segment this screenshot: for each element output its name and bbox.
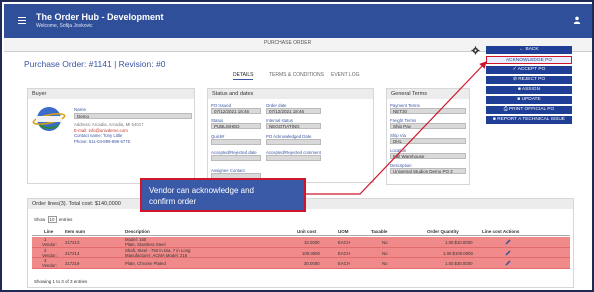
entries-select[interactable]: 10 (47, 216, 57, 223)
accepted-comment-field (266, 155, 321, 161)
annotation-callout: Vendor can acknowledge and confirm order (140, 178, 306, 212)
location-field: Fall Warehouse (390, 153, 466, 159)
table-row: 1 Vendor: 217213 Model: 160 Plate, Stain… (32, 237, 570, 248)
show-entries: Show 10 entries (34, 216, 73, 223)
ack-date-field (266, 139, 321, 145)
table-header: Line Item num Description Unit cost UOM … (32, 226, 570, 236)
description-field: Universal Studios Demo PO 2 (390, 168, 466, 174)
page-title: Purchase Order: #1141 | Revision: #0 (24, 59, 166, 69)
table-row: 2 Vendor: 217214 Shaft, Steel - 750 in D… (32, 247, 570, 258)
table-row: 3 Vendor: 217219 Plate, Chrome Plated 30… (32, 258, 570, 269)
reject-po-button[interactable]: ⊘ REJECT PO (486, 76, 572, 84)
table-footer: Showing 1 to 3 of 3 entries (34, 279, 88, 284)
col-order-quantity[interactable]: Order Quantity (427, 229, 459, 234)
tab-purchase-order[interactable]: PURCHASE ORDER (264, 40, 311, 46)
buyer-email[interactable]: E-mail: info@univdemo.com (74, 128, 128, 133)
gear-icon[interactable] (471, 46, 480, 55)
back-button[interactable]: ← BACK (486, 46, 572, 54)
buyer-contact: Contact name: Tony Little (74, 133, 123, 138)
callout-line-1: Vendor can acknowledge and (149, 186, 254, 195)
app-title: The Order Hub - Development (36, 12, 164, 22)
name-label: Name (74, 107, 87, 112)
top-bar: The Order Hub - Development Welcome, Sof… (4, 4, 592, 38)
user-icon[interactable] (573, 16, 581, 24)
col-description[interactable]: Description (125, 229, 150, 234)
col-line[interactable]: Line (44, 229, 53, 234)
col-taxable[interactable]: Taxable (371, 229, 387, 234)
update-button[interactable]: ■ UPDATE (486, 96, 572, 104)
po-issued-field: 07/12/2021 18:46 (211, 108, 261, 114)
payment-terms-field: NET30 (390, 108, 466, 114)
welcome-text: Welcome, Sofija Jovkovic (36, 23, 93, 29)
freight-terms-field: Ship Pay (390, 123, 466, 129)
assign-button[interactable]: ■ ASSIGN (486, 86, 572, 94)
terms-heading: General Terms (387, 89, 469, 99)
status-panel: Status and dates PO Issued 07/12/2021 18… (207, 88, 374, 183)
buyer-heading: Buyer (28, 89, 194, 99)
app-window: The Order Hub - Development Welcome, Sof… (0, 0, 594, 292)
col-unit-cost[interactable]: Unit cost (297, 229, 316, 234)
col-line-cost-actions[interactable]: Line cost Actions (482, 229, 519, 234)
status-field: PUBLISHED (211, 123, 261, 129)
hamburger-menu-icon[interactable] (18, 17, 26, 25)
accepted-date-field (211, 155, 261, 161)
universal-logo (32, 107, 66, 131)
tab-terms-conditions[interactable]: TERMS & CONDITIONS (269, 72, 324, 78)
edit-icon[interactable] (505, 250, 511, 256)
buyer-panel: Buyer Name Demo Address: Arcadia, Arcadi… (27, 88, 195, 184)
quick-field (211, 139, 261, 145)
edit-icon[interactable] (505, 260, 511, 266)
callout-line-2: confirm order (149, 197, 197, 206)
internal-status-field: NEGOTIATING (266, 123, 321, 129)
buyer-address: Address: Arcadia, Arcadia, MI 54017 (74, 122, 144, 127)
status-heading: Status and dates (208, 89, 373, 99)
ship-via-field: DHL (390, 138, 466, 144)
buyer-phone: Phone: 611-04-899-896-6775 (74, 138, 131, 144)
col-uom[interactable]: UOM (338, 229, 349, 234)
tab-event-log[interactable]: EVENT LOG (331, 72, 360, 78)
tab-details[interactable]: DETAILS (233, 72, 254, 80)
report-issue-button[interactable]: ■ REPORT A TECHNICAL ISSUE (486, 116, 572, 124)
acknowledge-po-button[interactable]: ACKNOWLEDGE PO (486, 56, 572, 64)
buyer-name-field: Demo (74, 113, 192, 119)
print-official-po-button[interactable]: ⎙ PRINT OFFICIAL PO (486, 106, 572, 114)
terms-panel: General Terms Payment Terms NET30 Freigh… (386, 88, 470, 185)
accept-po-button[interactable]: ✓ ACCEPT PO (486, 66, 572, 74)
col-item-num[interactable]: Item num (65, 229, 85, 234)
edit-icon[interactable] (505, 239, 511, 245)
order-date-field: 07/12/2021 18:46 (266, 108, 321, 114)
